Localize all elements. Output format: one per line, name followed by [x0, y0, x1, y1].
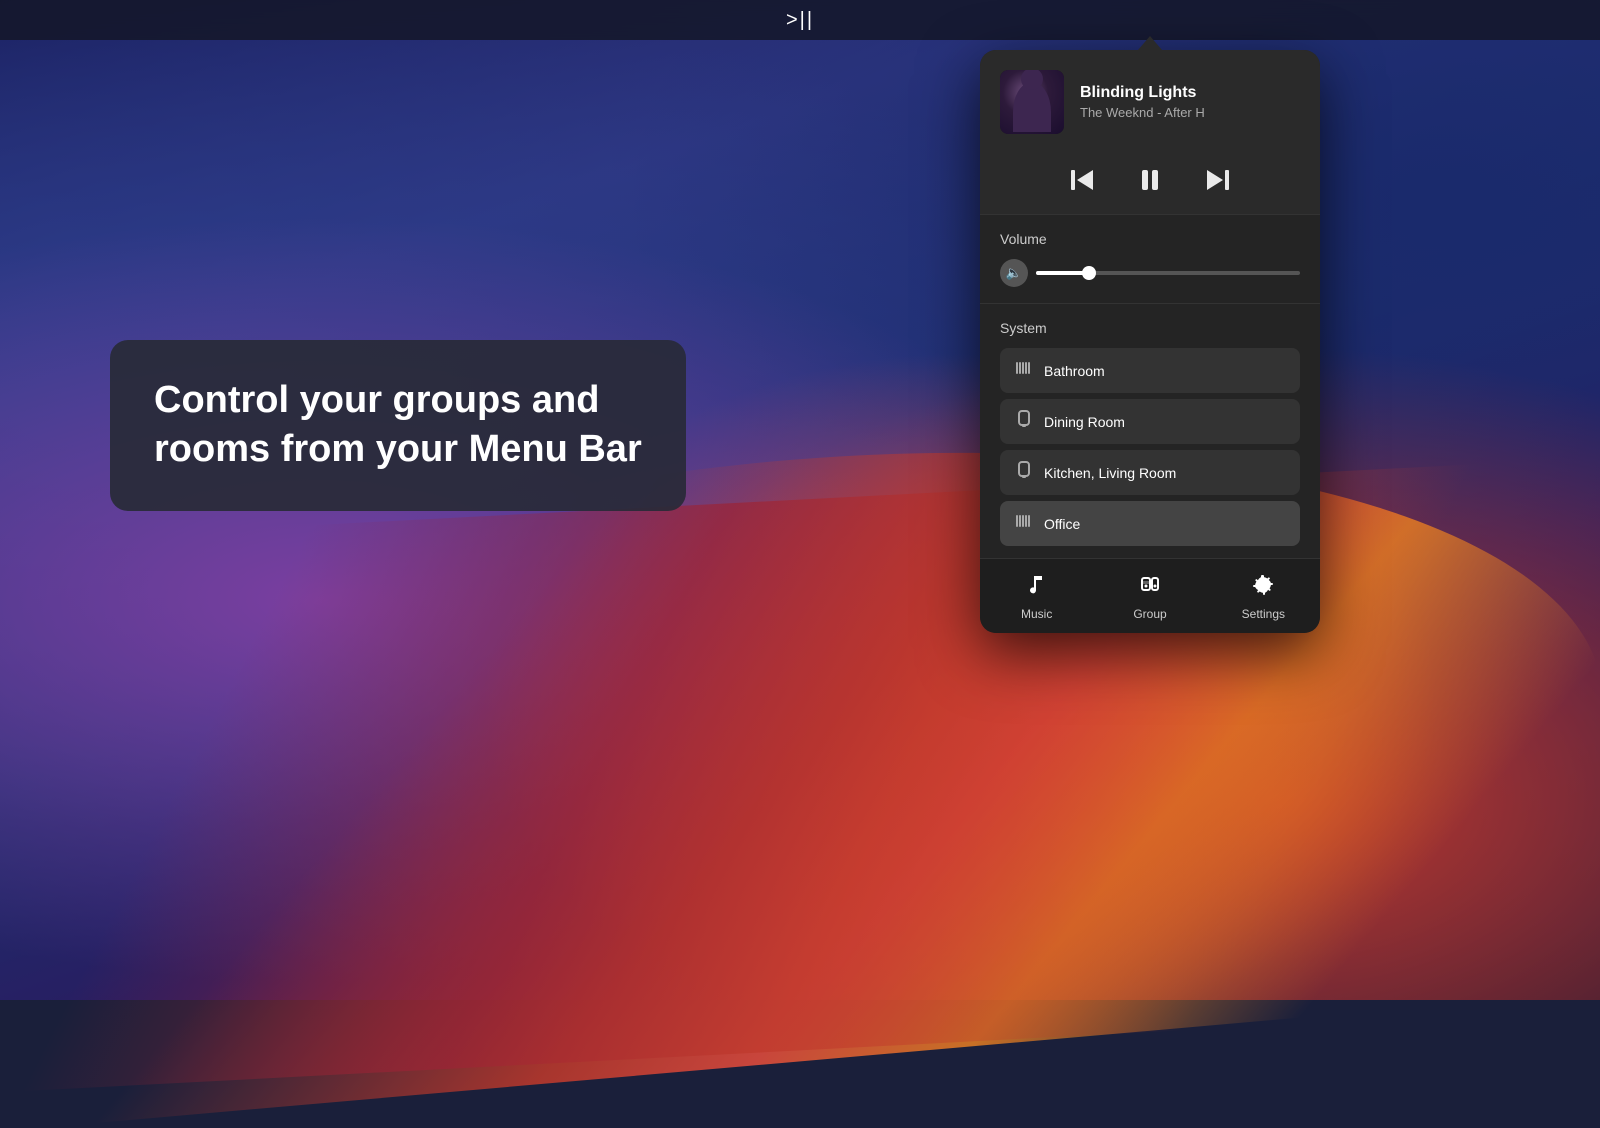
track-title: Blinding Lights	[1080, 84, 1300, 102]
bathroom-icon	[1014, 358, 1034, 383]
now-playing-section: Blinding Lights The Weeknd - After H	[980, 50, 1320, 150]
previous-button[interactable]	[1068, 166, 1096, 194]
next-button[interactable]	[1204, 166, 1232, 194]
group-icon	[1138, 573, 1162, 603]
popup-panel: Blinding Lights The Weeknd - After H Vo	[980, 50, 1320, 633]
volume-section: Volume 🔈	[980, 214, 1320, 303]
track-info: Blinding Lights The Weeknd - After H	[1080, 84, 1300, 120]
volume-icon-wrap: 🔈	[1000, 259, 1028, 287]
room-item-dining-room[interactable]: Dining Room	[1000, 399, 1300, 444]
track-artist: The Weeknd - After H	[1080, 105, 1300, 120]
room-item-bathroom[interactable]: Bathroom	[1000, 348, 1300, 393]
settings-nav-label: Settings	[1242, 607, 1285, 621]
menu-bar: >||	[0, 0, 1600, 40]
bathroom-label: Bathroom	[1044, 363, 1105, 379]
volume-slider-container[interactable]: 🔈	[1000, 259, 1300, 287]
volume-track[interactable]	[1036, 271, 1300, 275]
volume-thumb[interactable]	[1082, 266, 1096, 280]
nav-item-group[interactable]: Group	[1093, 559, 1206, 633]
room-item-office[interactable]: Office	[1000, 501, 1300, 546]
kitchen-living-icon	[1014, 460, 1034, 485]
nav-item-settings[interactable]: Settings	[1207, 559, 1320, 633]
volume-label: Volume	[1000, 231, 1300, 247]
office-label: Office	[1044, 516, 1080, 532]
settings-icon	[1251, 573, 1275, 603]
group-nav-label: Group	[1133, 607, 1166, 621]
office-icon	[1014, 511, 1034, 536]
info-tooltip: Control your groups androoms from your M…	[110, 340, 686, 511]
system-label: System	[1000, 320, 1300, 336]
wallpaper-swoosh2	[0, 453, 1600, 1096]
music-nav-label: Music	[1021, 607, 1052, 621]
menu-bar-play-pause-icon[interactable]: >||	[786, 9, 814, 32]
room-item-kitchen-living[interactable]: Kitchen, Living Room	[1000, 450, 1300, 495]
volume-low-icon: 🔈	[1006, 265, 1022, 281]
popup-caret	[1138, 36, 1162, 50]
artist-silhouette	[1013, 82, 1051, 132]
dining-room-label: Dining Room	[1044, 414, 1125, 430]
dining-room-icon	[1014, 409, 1034, 434]
system-section: System Bathroom	[980, 303, 1320, 558]
kitchen-living-label: Kitchen, Living Room	[1044, 465, 1176, 481]
album-art-inner	[1000, 70, 1064, 134]
bottom-nav: Music Group Settings	[980, 558, 1320, 633]
nav-item-music[interactable]: Music	[980, 559, 1093, 633]
room-list: Bathroom Dining Room K	[1000, 348, 1300, 546]
music-icon	[1025, 573, 1049, 603]
info-tooltip-text: Control your groups androoms from your M…	[154, 379, 642, 470]
playback-controls	[980, 150, 1320, 214]
album-art	[1000, 70, 1064, 134]
pause-button[interactable]	[1136, 166, 1164, 194]
